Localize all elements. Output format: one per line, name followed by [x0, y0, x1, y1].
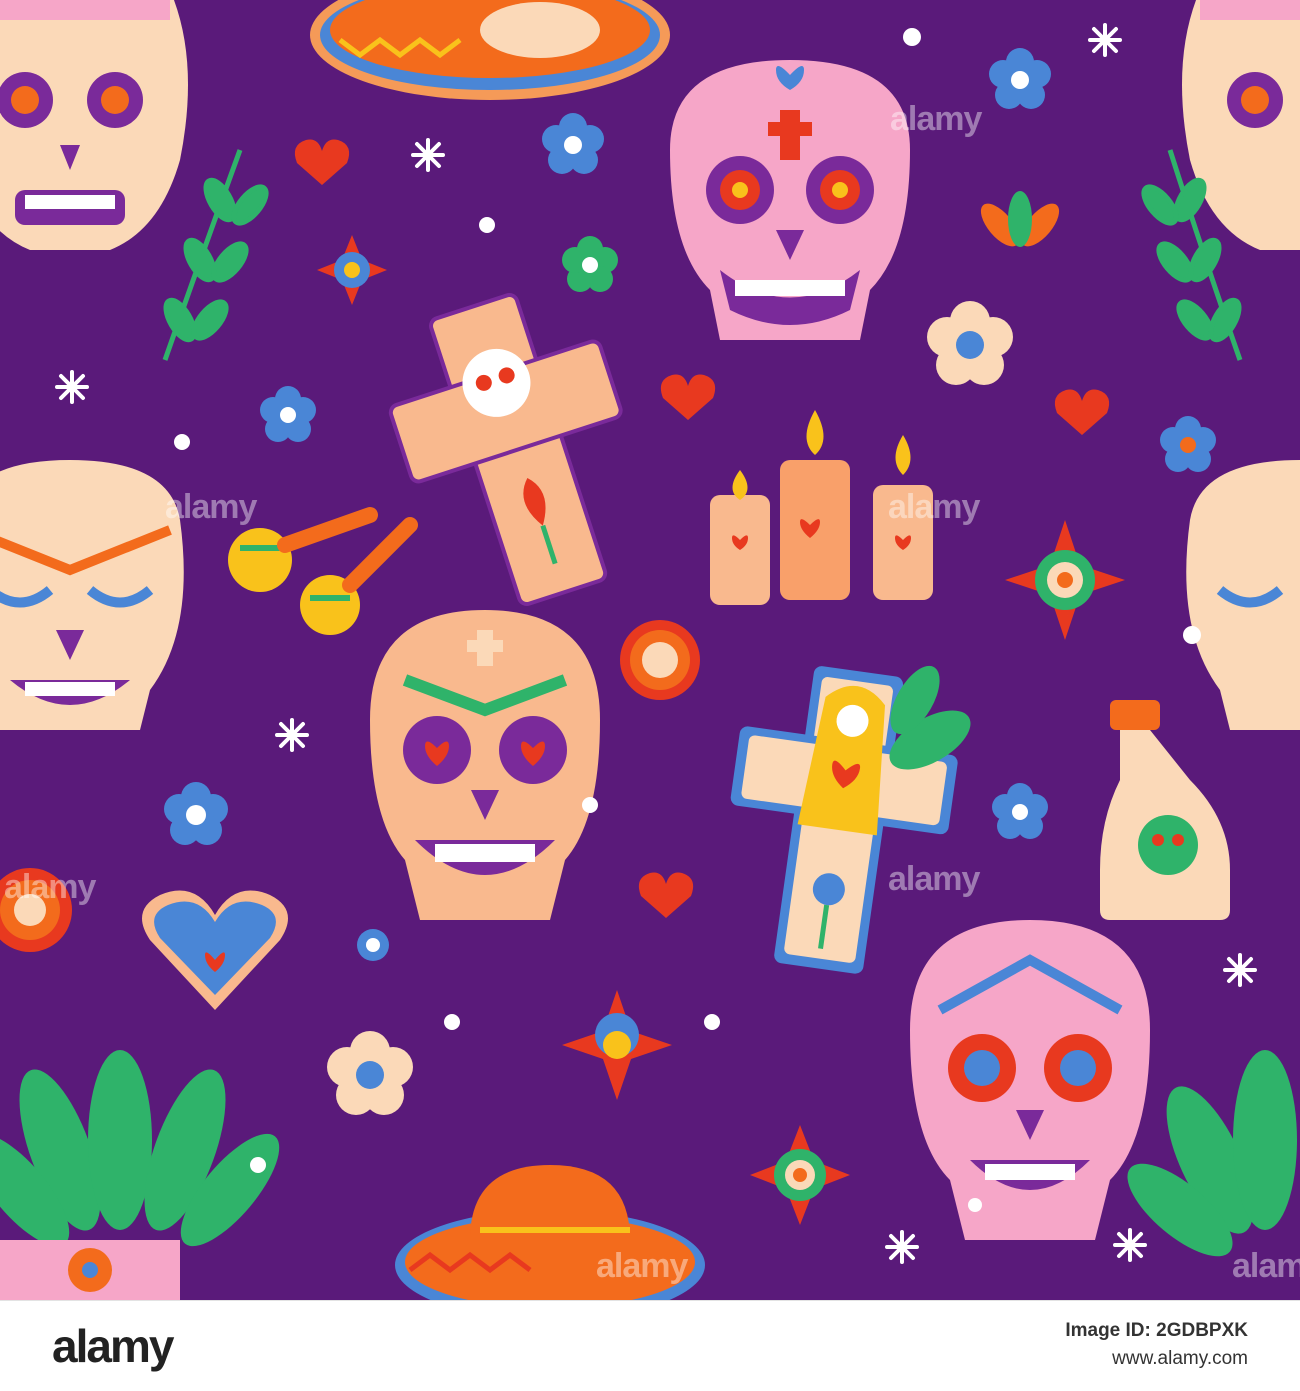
- image-id-label: Image ID:: [1065, 1320, 1151, 1341]
- image-id-line: Image ID: 2GDBPXK: [1065, 1317, 1248, 1345]
- alamy-logo: alamy: [52, 1320, 174, 1372]
- site-url: www.alamy.com: [1112, 1348, 1248, 1369]
- image-id: 2GDBPXK: [1156, 1320, 1248, 1341]
- flower-marigold-1: [620, 620, 700, 700]
- stock-image: alamy alamy alamy alamy alamy alamy alam…: [0, 0, 1300, 1391]
- day-of-the-dead-pattern: [0, 0, 1300, 1300]
- stock-footer-bar: alamy Image ID: 2GDBPXK www.alamy.com: [0, 1300, 1300, 1391]
- headdress-bottom-left: [0, 1240, 180, 1300]
- flower-small-blue: [357, 929, 389, 961]
- image-meta: Image ID: 2GDBPXK www.alamy.com: [1065, 1317, 1248, 1373]
